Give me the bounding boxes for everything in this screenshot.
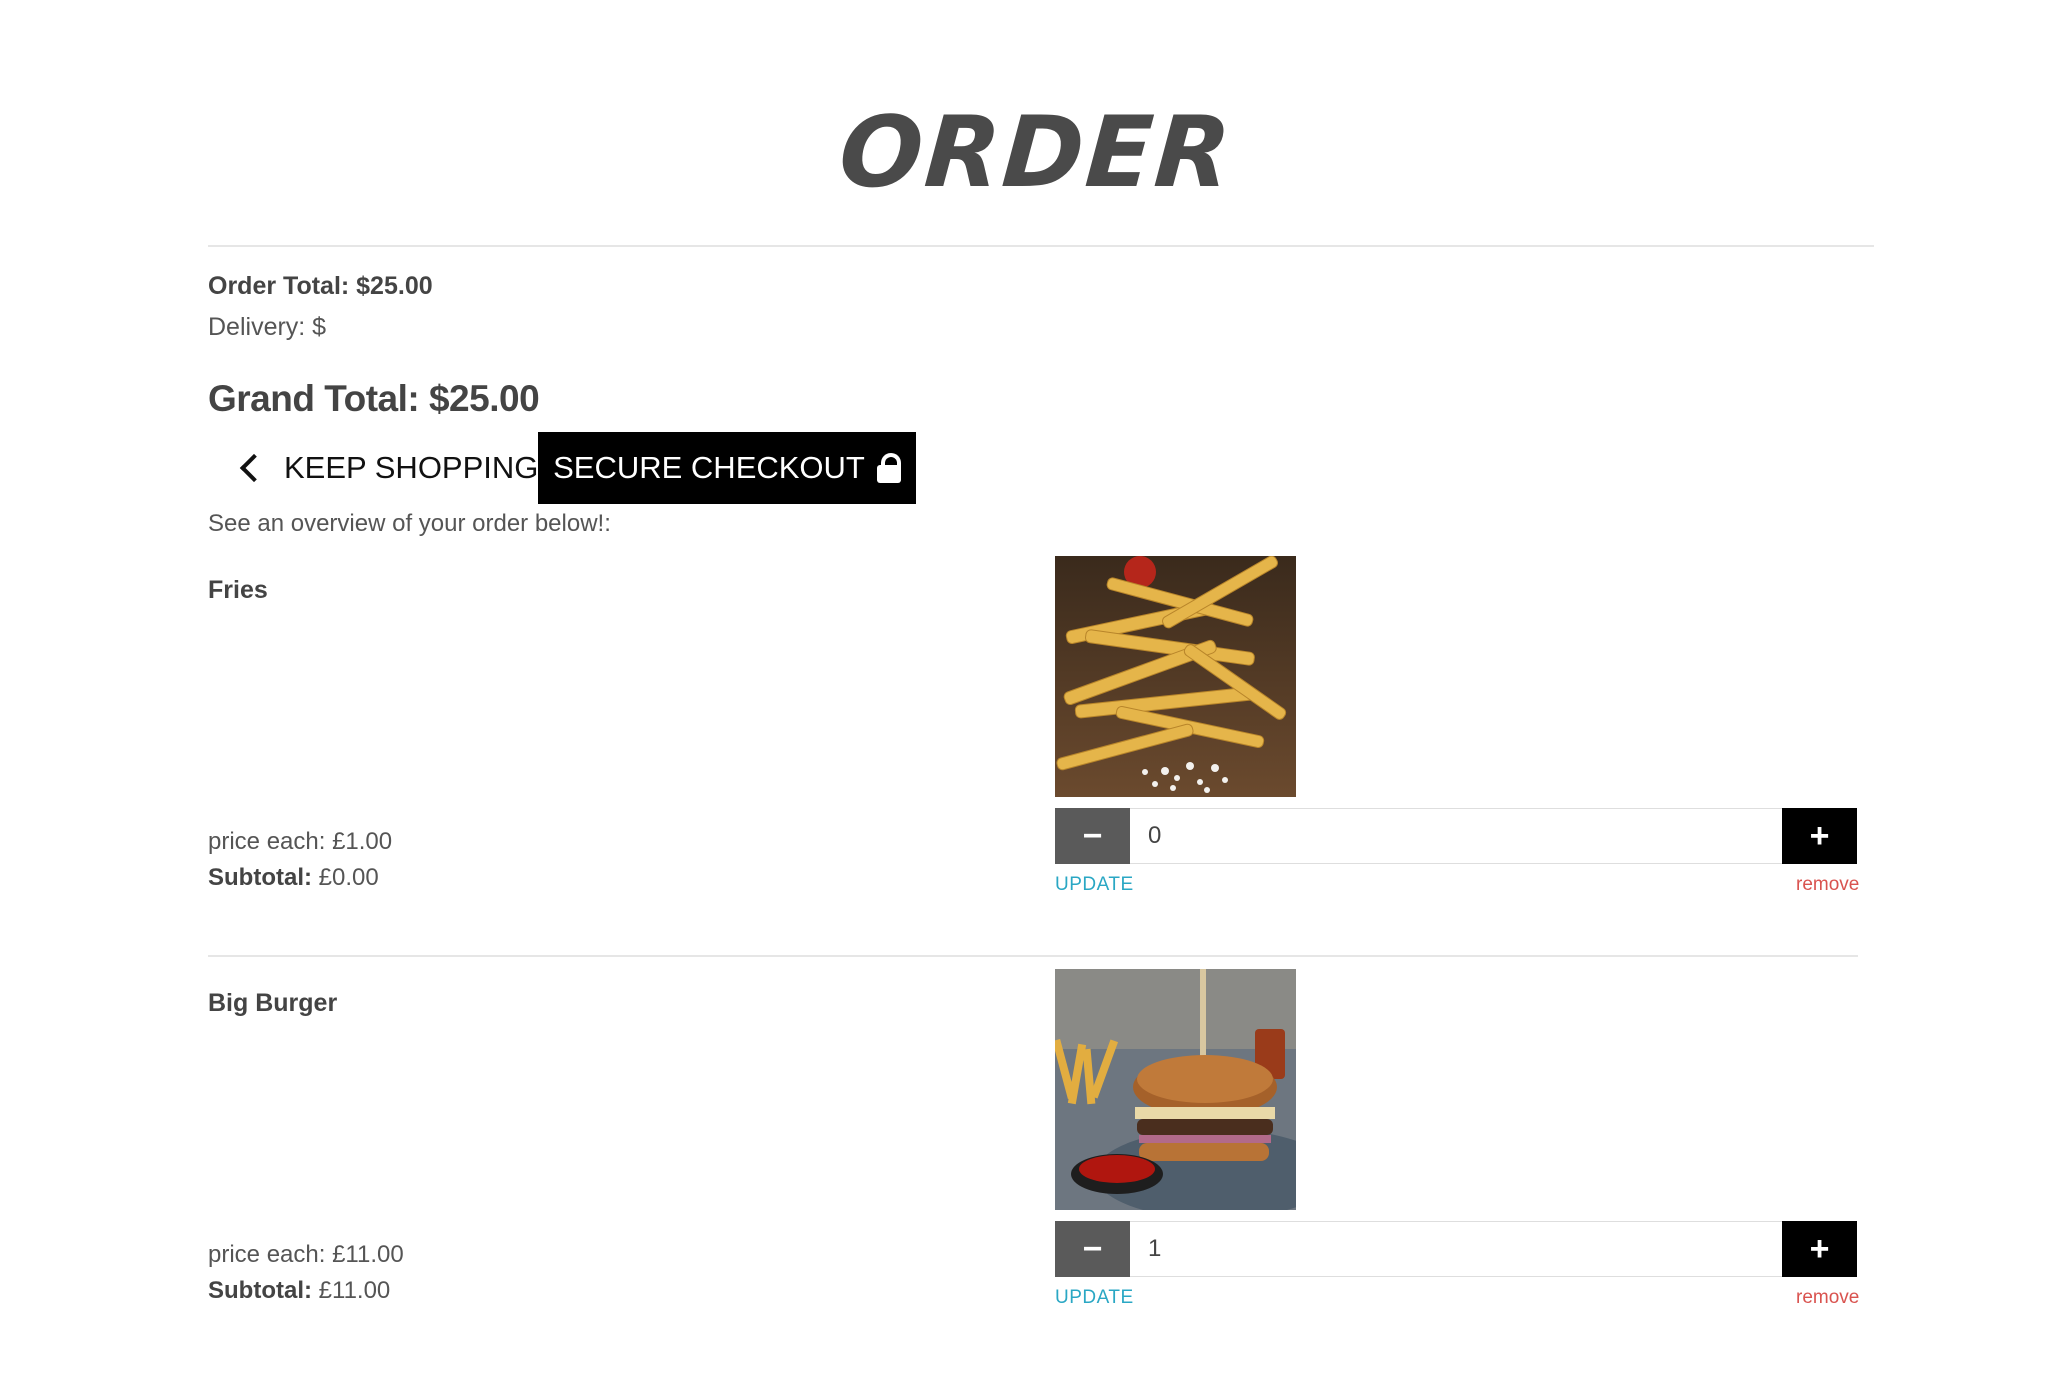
lock-icon [876,453,901,483]
item-name: Fries [208,576,268,604]
secure-checkout-button[interactable]: SECURE CHECKOUT [538,432,916,504]
update-link[interactable]: UPDATE [1055,1287,1134,1309]
decrement-button[interactable]: − [1055,1221,1130,1277]
quantity-input[interactable] [1130,1221,1782,1277]
delivery-cost: Delivery: $ [208,313,327,341]
order-total: Order Total: $25.00 [208,272,433,300]
increment-button[interactable]: + [1782,808,1857,864]
minus-icon: − [1082,1229,1103,1268]
quantity-input[interactable] [1130,808,1782,864]
minus-icon: − [1082,816,1103,855]
item-price-each: price each: £11.00 [208,1241,404,1268]
cart-item: Fries price each: £1.00 Subtotal: £0.00 … [208,556,1859,986]
plus-icon: + [1809,816,1830,855]
remove-link[interactable]: remove [1796,1287,1859,1309]
page-title: ORDER [835,96,1237,210]
subtotal-label: Subtotal: [208,864,312,891]
chevron-left-icon [239,453,269,483]
plus-icon: + [1809,1229,1830,1268]
item-subtotal: Subtotal: £0.00 [208,864,379,892]
increment-button[interactable]: + [1782,1221,1857,1277]
secure-checkout-label: SECURE CHECKOUT [553,450,865,485]
cart-item: Big Burger price each: £11.00 Subtotal: … [208,969,1859,1399]
title-divider [208,245,1874,247]
item-subtotal: Subtotal: £11.00 [208,1277,390,1305]
burger-image[interactable] [1055,969,1296,1210]
item-price-each: price each: £1.00 [208,828,393,855]
subtotal-label: Subtotal: [208,1277,312,1304]
subtotal-value: £11.00 [318,1277,391,1304]
remove-link[interactable]: remove [1796,874,1859,896]
keep-shopping-button[interactable]: KEEP SHOPPING [236,432,538,504]
keep-shopping-label: KEEP SHOPPING [284,450,539,485]
subtotal-value: £0.00 [318,864,379,891]
item-name: Big Burger [208,989,338,1017]
grand-total: Grand Total: $25.00 [208,378,540,419]
quantity-stepper: − + [1055,1221,1857,1277]
item-divider [208,955,1858,957]
update-link[interactable]: UPDATE [1055,874,1134,896]
decrement-button[interactable]: − [1055,808,1130,864]
quantity-stepper: − + [1055,808,1857,864]
order-overview-text: See an overview of your order below!: [208,510,611,537]
fries-image[interactable] [1055,556,1296,797]
